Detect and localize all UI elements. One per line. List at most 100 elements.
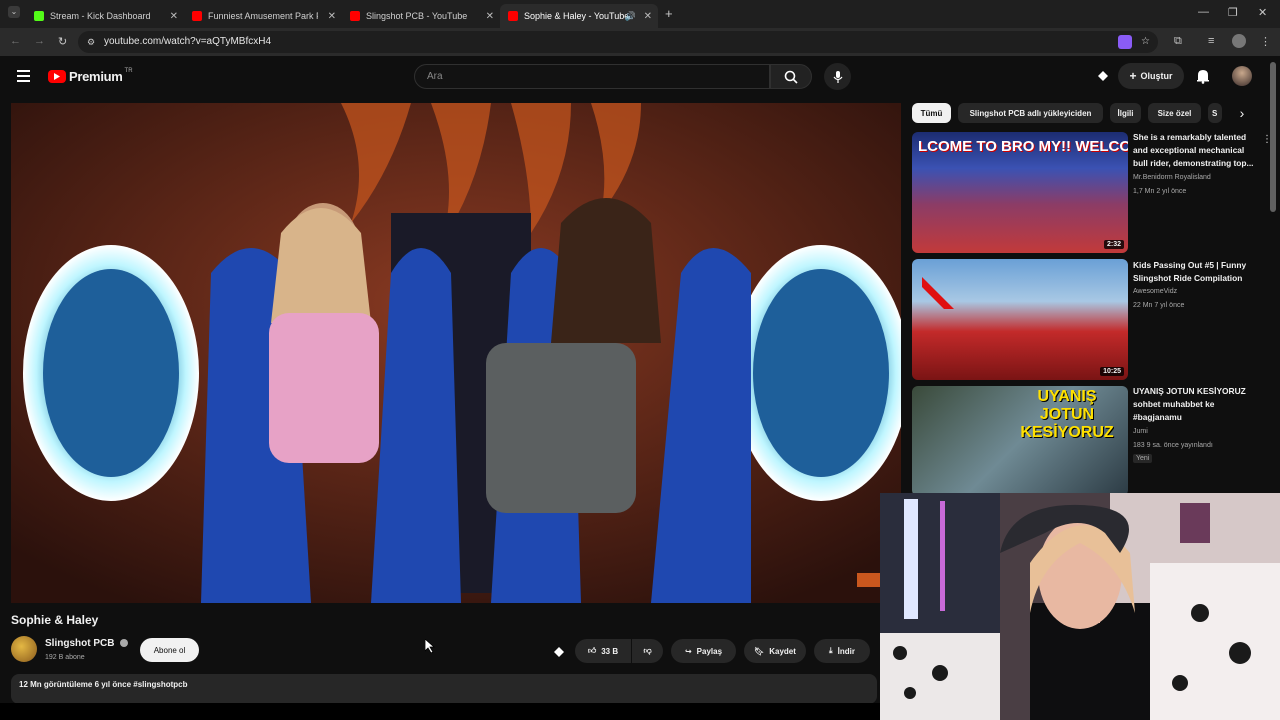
share-label: Paylaş (696, 646, 723, 656)
subscribe-button[interactable]: Abone ol (140, 638, 199, 662)
restore-icon[interactable]: ❐ (1228, 6, 1238, 19)
recommendation-title[interactable]: UYANIŞ JOTUN KESİYORUZ sohbet muhabbet k… (1133, 385, 1263, 424)
channel-name[interactable]: Slingshot PCB (45, 638, 129, 649)
recommendation-thumbnail[interactable]: LCOME TO BRO MY!! WELCO 2:32 (912, 132, 1128, 253)
title-line: bull rider, demonstrating top... (1133, 158, 1254, 168)
reload-icon[interactable]: ↻ (58, 35, 67, 48)
chip-for-you[interactable]: Size özel (1148, 103, 1201, 123)
video-player[interactable] (11, 103, 901, 603)
extensions-icon[interactable]: ⧉ (1174, 35, 1182, 48)
close-tab-icon[interactable]: ✕ (644, 11, 652, 22)
recommendation-meta: 1,7 Mn 2 yıl önce (1133, 188, 1187, 195)
close-tab-icon[interactable]: ✕ (486, 11, 494, 22)
browser-tab[interactable]: Stream - Kick Dashboard ✕ (26, 4, 184, 28)
browser-toolbar: ← → ↻ ⚙ youtube.com/watch?v=aQTyMBfcxH4 … (0, 28, 1280, 56)
webcam-frame (880, 493, 1280, 720)
bookmark-star-icon[interactable]: ☆ (1141, 31, 1150, 53)
voice-search-button[interactable] (824, 63, 851, 90)
cast-icon[interactable] (1096, 69, 1110, 83)
title-line: She is a remarkably talented (1133, 132, 1247, 142)
youtube-favicon-icon (350, 11, 360, 21)
new-tab-icon[interactable]: + (665, 6, 673, 21)
search-button[interactable] (770, 64, 812, 89)
chevron-right-icon[interactable]: › (1232, 103, 1252, 123)
like-count: 33 B (601, 646, 619, 656)
more-menu-icon[interactable]: ⋮ (1260, 35, 1271, 48)
plus-icon: + (1129, 69, 1137, 83)
search-input[interactable]: Ara (414, 64, 770, 89)
kick-favicon-icon (34, 11, 44, 21)
profile-avatar-icon[interactable] (1232, 34, 1246, 48)
site-info-icon[interactable]: ⚙ (87, 31, 95, 53)
tab-title: Funniest Amusement Park Fails (208, 11, 318, 21)
tab-title: Sophie & Haley - YouTube (524, 11, 630, 21)
video-frame (11, 103, 901, 603)
youtube-header: Premium TR Ara + Oluştur (0, 56, 1280, 100)
like-button[interactable]: 👍︎ 33 B (575, 639, 631, 663)
duration-badge: 10:25 (1100, 367, 1124, 376)
search-placeholder: Ara (427, 71, 443, 82)
download-label: İndir (837, 646, 855, 656)
title-line: Slingshot Ride Compilation (1133, 273, 1243, 283)
youtube-logo[interactable]: Premium TR (48, 68, 133, 84)
video-title: Sophie & Haley (11, 613, 99, 627)
recommendation-title[interactable]: She is a remarkably talented and excepti… (1133, 131, 1263, 170)
thumbs-up-icon: 👍︎ (587, 646, 597, 655)
account-avatar[interactable] (1232, 66, 1252, 86)
url-field[interactable]: ⚙ youtube.com/watch?v=aQTyMBfcxH4 ☆ (78, 31, 1158, 53)
browser-tab-bar: ⌄ Stream - Kick Dashboard ✕ Funniest Amu… (0, 0, 1280, 28)
chip-related[interactable]: İlgili (1110, 103, 1141, 123)
title-line: and exceptional mechanical (1133, 145, 1245, 155)
download-icon: ⤓ (829, 646, 833, 655)
audio-playing-icon[interactable]: 🔊 (625, 11, 636, 22)
chip-more[interactable]: S (1208, 103, 1222, 123)
hamburger-menu-icon[interactable] (17, 70, 30, 82)
create-label: Oluştur (1140, 71, 1173, 81)
channel-avatar[interactable] (11, 636, 37, 662)
cast-icon[interactable] (552, 645, 566, 664)
thumbnail-text: UYANIŞ JOTUN KESİYORUZ (1012, 388, 1122, 442)
share-button[interactable]: ↪ Paylaş (671, 639, 736, 663)
title-line: sohbet muhabbet ke (1133, 399, 1215, 409)
extension-icon[interactable] (1118, 35, 1132, 49)
create-button[interactable]: + Oluştur (1118, 63, 1184, 89)
url-text: youtube.com/watch?v=aQTyMBfcxH4 (104, 36, 272, 47)
dislike-button[interactable]: 👎︎ (632, 639, 663, 663)
close-tab-icon[interactable]: ✕ (170, 11, 178, 22)
recommendation-thumbnail[interactable]: UYANIŞ JOTUN KESİYORUZ (912, 386, 1128, 496)
minimize-icon[interactable]: — (1198, 6, 1209, 18)
page-scrollbar[interactable] (1270, 62, 1276, 212)
close-tab-icon[interactable]: ✕ (328, 11, 336, 22)
recommendation-channel[interactable]: AwesomeVidz (1133, 288, 1177, 295)
thumbnail-text: LCOME TO BRO MY!! WELCO (918, 138, 1128, 155)
mouse-cursor (424, 638, 436, 658)
tab-list-icon[interactable]: ⌄ (8, 6, 20, 18)
download-button[interactable]: ⤓ İndir (814, 639, 870, 663)
chip-all[interactable]: Tümü (912, 103, 951, 123)
microphone-icon (833, 70, 842, 83)
chip-from-uploader[interactable]: Slingshot PCB adlı yükleyiciden (958, 103, 1103, 123)
forward-icon[interactable]: → (34, 35, 45, 47)
tab-title: Slingshot PCB - YouTube (366, 11, 468, 21)
tab-title: Stream - Kick Dashboard (50, 11, 151, 21)
video-description-box[interactable]: 12 Mn görüntüleme 6 yıl önce #slingshotp… (11, 674, 877, 704)
youtube-favicon-icon (192, 11, 202, 21)
thumbs-down-icon: 👎︎ (643, 646, 652, 655)
recommendation-title[interactable]: Kids Passing Out #5 | Funny Slingshot Ri… (1133, 259, 1263, 285)
close-window-icon[interactable]: ✕ (1258, 6, 1267, 19)
browser-tab[interactable]: Slingshot PCB - YouTube ✕ (342, 4, 500, 28)
media-controls-icon[interactable]: ≡ (1208, 35, 1214, 47)
recommendation-meta: 183 9 sa. önce yayınlandı (1133, 442, 1213, 449)
youtube-play-icon (48, 70, 66, 83)
recommendation-channel[interactable]: Jumi (1133, 428, 1148, 435)
back-icon[interactable]: ← (10, 35, 21, 47)
video-meta-text: 12 Mn görüntüleme 6 yıl önce #slingshotp… (19, 680, 188, 689)
recommendation-channel[interactable]: Mr.Benidorm Royalisland (1133, 174, 1211, 181)
save-button[interactable]: 🔖︎ Kaydet (744, 639, 806, 663)
recommendation-thumbnail[interactable]: 10:25 (912, 259, 1128, 380)
channel-name-text: Slingshot PCB (45, 638, 115, 649)
browser-tab[interactable]: Funniest Amusement Park Fails ✕ (184, 4, 342, 28)
red-arrow-icon (922, 277, 954, 309)
browser-tab-active[interactable]: Sophie & Haley - YouTube 🔊 ✕ (500, 4, 658, 28)
notifications-bell-icon[interactable] (1196, 68, 1210, 89)
